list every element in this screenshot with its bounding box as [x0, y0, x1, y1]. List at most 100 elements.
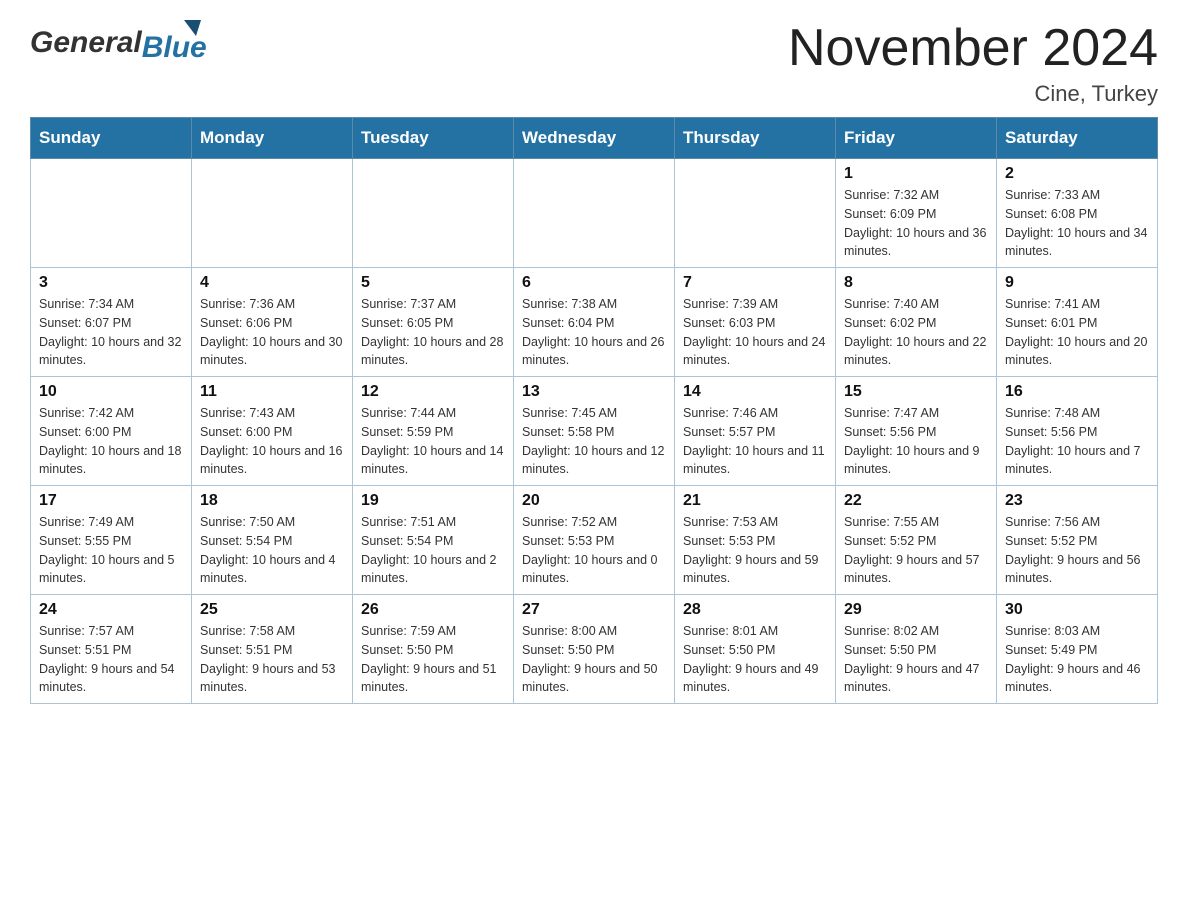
calendar-cell-week4-day0: 17 Sunrise: 7:49 AM Sunset: 5:55 PM Dayli…	[31, 486, 192, 595]
day-info: Sunrise: 8:03 AM Sunset: 5:49 PM Dayligh…	[1005, 622, 1149, 697]
day-number: 8	[844, 274, 988, 292]
col-monday: Monday	[192, 118, 353, 159]
day-info: Sunrise: 7:50 AM Sunset: 5:54 PM Dayligh…	[200, 513, 344, 588]
day-info: Sunrise: 7:42 AM Sunset: 6:00 PM Dayligh…	[39, 404, 183, 479]
day-number: 1	[844, 165, 988, 183]
day-info: Sunrise: 7:48 AM Sunset: 5:56 PM Dayligh…	[1005, 404, 1149, 479]
calendar-cell-week4-day4: 21 Sunrise: 7:53 AM Sunset: 5:53 PM Dayli…	[675, 486, 836, 595]
day-number: 10	[39, 383, 183, 401]
calendar-cell-week2-day6: 9 Sunrise: 7:41 AM Sunset: 6:01 PM Daylig…	[997, 268, 1158, 377]
week-row-4: 17 Sunrise: 7:49 AM Sunset: 5:55 PM Dayli…	[31, 486, 1158, 595]
logo-blue-section: Blue	[142, 20, 207, 65]
day-info: Sunrise: 7:44 AM Sunset: 5:59 PM Dayligh…	[361, 404, 505, 479]
calendar-cell-week3-day4: 14 Sunrise: 7:46 AM Sunset: 5:57 PM Dayli…	[675, 377, 836, 486]
day-number: 7	[683, 274, 827, 292]
day-number: 4	[200, 274, 344, 292]
logo: General Blue	[30, 20, 207, 65]
day-number: 23	[1005, 492, 1149, 510]
col-friday: Friday	[836, 118, 997, 159]
day-number: 30	[1005, 601, 1149, 619]
col-sunday: Sunday	[31, 118, 192, 159]
day-info: Sunrise: 7:58 AM Sunset: 5:51 PM Dayligh…	[200, 622, 344, 697]
day-info: Sunrise: 8:00 AM Sunset: 5:50 PM Dayligh…	[522, 622, 666, 697]
calendar-cell-week2-day0: 3 Sunrise: 7:34 AM Sunset: 6:07 PM Daylig…	[31, 268, 192, 377]
calendar-cell-week4-day6: 23 Sunrise: 7:56 AM Sunset: 5:52 PM Dayli…	[997, 486, 1158, 595]
calendar-cell-week5-day1: 25 Sunrise: 7:58 AM Sunset: 5:51 PM Dayli…	[192, 595, 353, 704]
day-number: 5	[361, 274, 505, 292]
calendar-header-row: Sunday Monday Tuesday Wednesday Thursday…	[31, 118, 1158, 159]
week-row-5: 24 Sunrise: 7:57 AM Sunset: 5:51 PM Dayli…	[31, 595, 1158, 704]
col-thursday: Thursday	[675, 118, 836, 159]
day-info: Sunrise: 7:37 AM Sunset: 6:05 PM Dayligh…	[361, 295, 505, 370]
calendar-cell-week3-day5: 15Sunrise: 7:47 AM Sunset: 5:56 PM Dayli…	[836, 377, 997, 486]
week-row-3: 10 Sunrise: 7:42 AM Sunset: 6:00 PM Dayli…	[31, 377, 1158, 486]
calendar-cell-week5-day6: 30 Sunrise: 8:03 AM Sunset: 5:49 PM Dayli…	[997, 595, 1158, 704]
calendar-cell-week1-day0	[31, 159, 192, 268]
calendar-cell-week2-day3: 6 Sunrise: 7:38 AM Sunset: 6:04 PM Daylig…	[514, 268, 675, 377]
day-info: Sunrise: 7:38 AM Sunset: 6:04 PM Dayligh…	[522, 295, 666, 370]
day-number: 9	[1005, 274, 1149, 292]
day-number: 11	[200, 383, 344, 401]
title-block: November 2024 Cine, Turkey	[788, 20, 1158, 107]
month-title: November 2024	[788, 20, 1158, 77]
day-info: Sunrise: 7:41 AM Sunset: 6:01 PM Dayligh…	[1005, 295, 1149, 370]
day-number: 2	[1005, 165, 1149, 183]
calendar-cell-week1-day6: 2Sunrise: 7:33 AM Sunset: 6:08 PM Daylig…	[997, 159, 1158, 268]
day-info: Sunrise: 7:43 AM Sunset: 6:00 PM Dayligh…	[200, 404, 344, 479]
day-number: 16	[1005, 383, 1149, 401]
calendar-cell-week4-day2: 19Sunrise: 7:51 AM Sunset: 5:54 PM Dayli…	[353, 486, 514, 595]
calendar-cell-week4-day3: 20 Sunrise: 7:52 AM Sunset: 5:53 PM Dayli…	[514, 486, 675, 595]
calendar-cell-week3-day2: 12 Sunrise: 7:44 AM Sunset: 5:59 PM Dayli…	[353, 377, 514, 486]
day-info: Sunrise: 7:46 AM Sunset: 5:57 PM Dayligh…	[683, 404, 827, 479]
day-info: Sunrise: 7:45 AM Sunset: 5:58 PM Dayligh…	[522, 404, 666, 479]
day-number: 28	[683, 601, 827, 619]
day-info: Sunrise: 7:59 AM Sunset: 5:50 PM Dayligh…	[361, 622, 505, 697]
day-number: 25	[200, 601, 344, 619]
day-info: Sunrise: 7:39 AM Sunset: 6:03 PM Dayligh…	[683, 295, 827, 370]
calendar-cell-week1-day5: 1 Sunrise: 7:32 AM Sunset: 6:09 PM Daylig…	[836, 159, 997, 268]
day-info: Sunrise: 7:34 AM Sunset: 6:07 PM Dayligh…	[39, 295, 183, 370]
calendar-cell-week5-day2: 26 Sunrise: 7:59 AM Sunset: 5:50 PM Dayli…	[353, 595, 514, 704]
calendar-cell-week5-day0: 24 Sunrise: 7:57 AM Sunset: 5:51 PM Dayli…	[31, 595, 192, 704]
page-header: General Blue November 2024 Cine, Turkey	[30, 20, 1158, 107]
day-number: 12	[361, 383, 505, 401]
day-number: 24	[39, 601, 183, 619]
calendar-cell-week2-day5: 8Sunrise: 7:40 AM Sunset: 6:02 PM Daylig…	[836, 268, 997, 377]
logo-blue-text: Blue	[142, 31, 207, 65]
day-number: 3	[39, 274, 183, 292]
calendar-cell-week4-day1: 18 Sunrise: 7:50 AM Sunset: 5:54 PM Dayli…	[192, 486, 353, 595]
day-number: 18	[200, 492, 344, 510]
col-tuesday: Tuesday	[353, 118, 514, 159]
day-info: Sunrise: 7:52 AM Sunset: 5:53 PM Dayligh…	[522, 513, 666, 588]
day-number: 20	[522, 492, 666, 510]
day-number: 15	[844, 383, 988, 401]
calendar-cell-week3-day0: 10 Sunrise: 7:42 AM Sunset: 6:00 PM Dayli…	[31, 377, 192, 486]
day-number: 21	[683, 492, 827, 510]
calendar-cell-week3-day3: 13 Sunrise: 7:45 AM Sunset: 5:58 PM Dayli…	[514, 377, 675, 486]
day-number: 26	[361, 601, 505, 619]
day-info: Sunrise: 7:56 AM Sunset: 5:52 PM Dayligh…	[1005, 513, 1149, 588]
calendar-cell-week3-day6: 16 Sunrise: 7:48 AM Sunset: 5:56 PM Dayli…	[997, 377, 1158, 486]
calendar-cell-week1-day3	[514, 159, 675, 268]
week-row-1: 1 Sunrise: 7:32 AM Sunset: 6:09 PM Daylig…	[31, 159, 1158, 268]
day-number: 14	[683, 383, 827, 401]
day-info: Sunrise: 7:57 AM Sunset: 5:51 PM Dayligh…	[39, 622, 183, 697]
calendar-cell-week5-day4: 28 Sunrise: 8:01 AM Sunset: 5:50 PM Dayli…	[675, 595, 836, 704]
day-info: Sunrise: 7:32 AM Sunset: 6:09 PM Dayligh…	[844, 186, 988, 261]
calendar-cell-week1-day2	[353, 159, 514, 268]
location: Cine, Turkey	[788, 81, 1158, 107]
day-number: 27	[522, 601, 666, 619]
day-number: 22	[844, 492, 988, 510]
day-info: Sunrise: 7:49 AM Sunset: 5:55 PM Dayligh…	[39, 513, 183, 588]
day-number: 29	[844, 601, 988, 619]
day-info: Sunrise: 8:02 AM Sunset: 5:50 PM Dayligh…	[844, 622, 988, 697]
col-wednesday: Wednesday	[514, 118, 675, 159]
day-number: 6	[522, 274, 666, 292]
day-info: Sunrise: 7:55 AM Sunset: 5:52 PM Dayligh…	[844, 513, 988, 588]
day-number: 13	[522, 383, 666, 401]
day-number: 17	[39, 492, 183, 510]
day-info: Sunrise: 8:01 AM Sunset: 5:50 PM Dayligh…	[683, 622, 827, 697]
logo-general-text: General	[30, 26, 142, 60]
calendar-cell-week2-day1: 4Sunrise: 7:36 AM Sunset: 6:06 PM Daylig…	[192, 268, 353, 377]
day-info: Sunrise: 7:53 AM Sunset: 5:53 PM Dayligh…	[683, 513, 827, 588]
